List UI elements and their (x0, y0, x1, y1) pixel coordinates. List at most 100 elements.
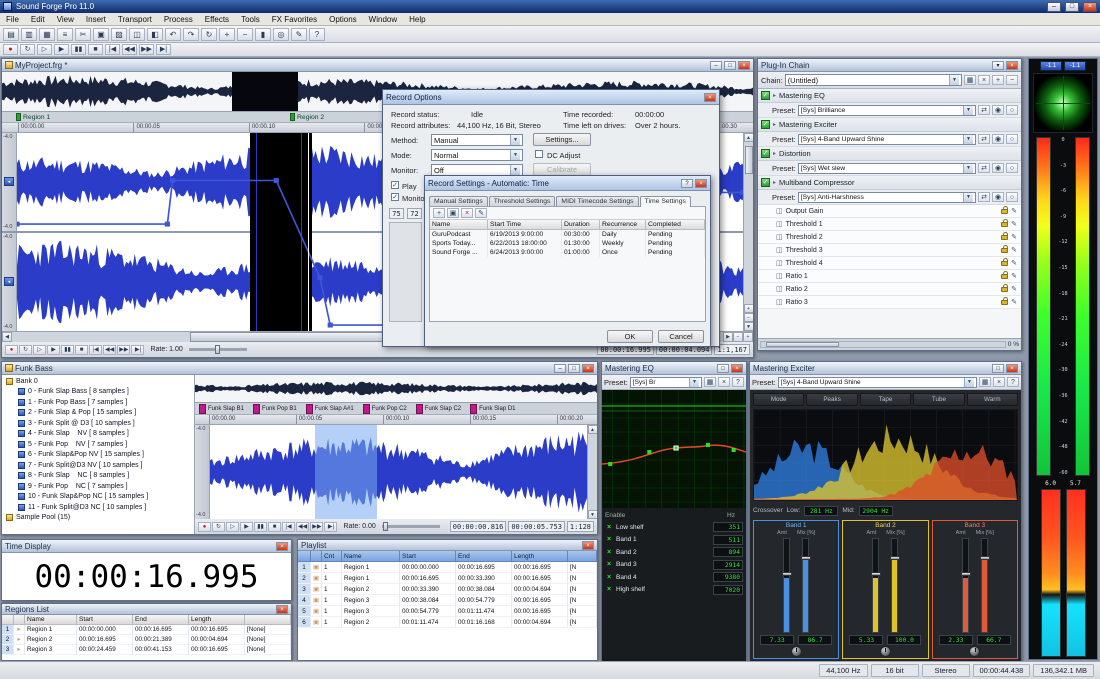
parameter-row[interactable]: ◫ Threshold 3 ✎ (758, 244, 1021, 257)
mix-slider[interactable] (981, 538, 988, 633)
parameter-row[interactable]: ◫ Ratio 3 ✎ (758, 296, 1021, 309)
tab-manual-settings[interactable]: Manual Settings (429, 196, 488, 206)
plugin-row[interactable]: ✓ ▸ Distortion (758, 147, 1021, 161)
edit-tool-icon[interactable]: ▮ (255, 28, 271, 41)
undo-icon[interactable]: ↶ (165, 28, 181, 41)
slider-handle[interactable] (890, 556, 900, 560)
tab-threshold-settings[interactable]: Threshold Settings (489, 196, 556, 206)
preset-select[interactable]: [Sys] Brilliance ▼ (798, 105, 976, 116)
edit-icon[interactable]: ✎ (1011, 246, 1017, 254)
amount-value[interactable]: 7.33 (760, 635, 794, 645)
trim-icon[interactable]: ◧ (147, 28, 163, 41)
band-frequency-value[interactable]: 7020 (713, 585, 743, 595)
menu-item[interactable]: Transport (112, 13, 158, 26)
duplicate-schedule-icon[interactable]: ▣ (447, 208, 459, 218)
zoom-out-icon[interactable]: − (237, 28, 253, 41)
panel-titlebar[interactable]: Plug-In Chain ▾ × (758, 59, 1021, 72)
rewind-button[interactable]: ◀◀ (103, 345, 116, 355)
lock-icon[interactable] (1001, 248, 1008, 253)
go-to-end-button[interactable]: ▶| (156, 44, 171, 55)
forward-button[interactable]: ▶▶ (139, 44, 154, 55)
plugin-enabled-checkbox[interactable]: ✓ (761, 178, 770, 187)
preset-select[interactable]: [Sys] Br ▼ (630, 377, 702, 388)
table-row[interactable]: 3 ▣ 1 Region 2 00:00:33.390 00:00:38.084… (298, 584, 597, 595)
table-row[interactable]: Sound Forge ... 6/24/2013 9:00:00 01:00:… (430, 248, 705, 257)
help-icon[interactable]: ? (732, 377, 744, 387)
table-row[interactable]: 5 ▣ 1 Region 3 00:00:54.779 00:01:11.474… (298, 606, 597, 617)
edit-icon[interactable]: ✎ (1011, 233, 1017, 241)
method-select[interactable]: Manual▼ (431, 134, 523, 146)
app-maximize-button[interactable]: □ (1065, 2, 1079, 12)
copy-icon[interactable]: ▣ (93, 28, 109, 41)
table-row[interactable]: 6 ▣ 1 Region 2 00:01:11.474 00:01:16.168… (298, 617, 597, 628)
tree-item[interactable]: 7 - Funk Split@D3 NV [ 10 samples ] (2, 460, 194, 471)
mix-value[interactable]: 86.7 (798, 635, 832, 645)
edit-icon[interactable]: ✎ (1011, 272, 1017, 280)
eq-band-row[interactable]: × High shelf 7020 (605, 584, 743, 597)
tree-item[interactable]: 2 - Funk Slap & Pop [ 15 samples ] (2, 408, 194, 419)
edit-icon[interactable]: ✎ (1011, 285, 1017, 293)
chevron-down-icon[interactable]: ▼ (963, 192, 973, 202)
tree-item[interactable]: 9 - Funk Pop NC [ 7 samples ] (2, 481, 194, 492)
eq-band-row[interactable]: × Band 1 511 (605, 534, 743, 547)
mix-value[interactable]: 66.7 (977, 635, 1011, 645)
lock-icon[interactable] (1001, 287, 1008, 292)
close-button[interactable]: × (695, 179, 707, 188)
monitor-icon[interactable]: ◉ (992, 105, 1004, 115)
column-header[interactable]: Name (342, 551, 400, 562)
delete-preset-icon[interactable]: × (993, 377, 1005, 387)
delete-preset-icon[interactable]: × (718, 377, 730, 387)
paste-icon[interactable]: ▨ (111, 28, 127, 41)
mode-button[interactable]: Peaks (806, 393, 857, 406)
settings-button[interactable]: Settings... (533, 133, 591, 146)
plugin-enabled-checkbox[interactable]: ✓ (761, 149, 770, 158)
chevron-down-icon[interactable]: ▼ (963, 134, 973, 144)
scroll-thumb[interactable] (745, 146, 753, 174)
restore-button[interactable]: □ (717, 364, 729, 373)
zoom-in-icon[interactable]: + (219, 28, 235, 41)
mode-button[interactable]: Warm (967, 393, 1018, 406)
sample-marker[interactable]: Funk Pop C2 (363, 404, 407, 414)
play-all-button[interactable]: ▷ (226, 522, 239, 532)
delete-schedule-icon[interactable]: × (461, 208, 473, 218)
time-ruler[interactable]: 00:00.0000:00.0500:00.1000:00.1500:00.20 (195, 415, 597, 425)
automation-icon[interactable]: ⇄ (978, 134, 990, 144)
restore-button[interactable]: □ (568, 364, 580, 373)
ok-button[interactable]: OK (607, 330, 653, 343)
play-all-button[interactable]: ▷ (37, 44, 52, 55)
menu-item[interactable]: File (0, 13, 25, 26)
column-header[interactable]: Recurrence (600, 220, 646, 230)
mix-icon[interactable]: ◫ (129, 28, 145, 41)
forward-button[interactable]: ▶▶ (310, 522, 323, 532)
tree-item[interactable]: 0 - Funk Slap Bass [ 8 samples ] (2, 387, 194, 398)
app-titlebar[interactable]: Sound Forge Pro 11.0 – □ × (0, 0, 1100, 13)
forward-button[interactable]: ▶▶ (117, 345, 130, 355)
properties-icon[interactable]: ≡ (57, 28, 73, 41)
sample-marker[interactable]: Funk Slap D1 (470, 404, 515, 414)
table-row[interactable]: 1 ▣ 1 Region 1 00:00:00.000 00:00:16.695… (298, 562, 597, 573)
close-button[interactable]: × (731, 364, 743, 373)
window-titlebar[interactable]: Mastering EQ □ × (602, 362, 746, 375)
pause-button[interactable]: ▮▮ (61, 345, 74, 355)
eq-band-row[interactable]: × Band 2 894 (605, 546, 743, 559)
lock-icon[interactable] (1001, 235, 1008, 240)
menu-item[interactable]: Process (158, 13, 199, 26)
slider-handle[interactable] (980, 556, 990, 560)
parameter-row[interactable]: ◫ Output Gain ✎ (758, 205, 1021, 218)
column-header[interactable]: End (456, 551, 512, 562)
monitor-icon[interactable]: ◉ (992, 192, 1004, 202)
tree-item[interactable]: 4 - Funk Slap NV [ 8 samples ] (2, 429, 194, 440)
mode-select[interactable]: Normal▼ (431, 149, 523, 161)
tree-item[interactable]: 5 - Funk Pop NV [ 7 samples ] (2, 439, 194, 450)
cancel-button[interactable]: Cancel (658, 330, 704, 343)
play-button[interactable]: ▶ (240, 522, 253, 532)
table-row[interactable]: GuruPodcast 6/19/2013 9:00:00 00:30:00 D… (430, 230, 705, 239)
menu-item[interactable]: FX Favorites (266, 13, 323, 26)
column-header[interactable]: End (133, 615, 189, 625)
sample-marker[interactable]: Funk Slap A#1 (306, 404, 354, 414)
tab-time-settings[interactable]: Time Settings (640, 196, 691, 207)
stop-button[interactable]: ■ (268, 522, 281, 532)
chevron-down-icon[interactable]: ▼ (689, 377, 699, 387)
tab-midi-timecode-settings[interactable]: MIDI Timecode Settings (556, 196, 638, 206)
close-button[interactable]: × (276, 542, 288, 551)
